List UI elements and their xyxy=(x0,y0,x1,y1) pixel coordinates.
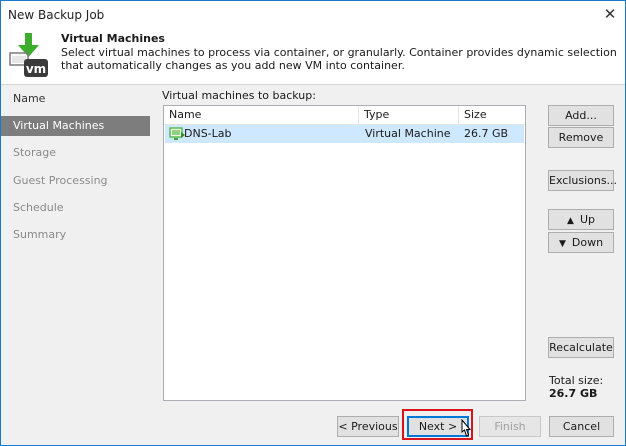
title-bar: New Backup Job ✕ xyxy=(1,1,625,29)
wizard-steps: Name Virtual Machines Storage Guest Proc… xyxy=(1,85,153,445)
step-schedule[interactable]: Schedule xyxy=(1,198,150,218)
table-row[interactable]: DNS-Lab Virtual Machine 26.7 GB xyxy=(165,125,524,143)
page-description: Select virtual machines to process via c… xyxy=(61,46,617,72)
virtual-machine-icon xyxy=(169,127,185,140)
mouse-pointer-icon xyxy=(461,419,472,437)
previous-button[interactable]: < Previous xyxy=(337,416,399,437)
cancel-button[interactable]: Cancel xyxy=(549,416,614,437)
column-header-name[interactable]: Name xyxy=(164,106,359,124)
window-title: New Backup Job xyxy=(8,8,105,22)
new-backup-job-window: New Backup Job ✕ vm Virtual Machines Sel… xyxy=(0,0,626,446)
up-button-label: Up xyxy=(579,213,595,226)
remove-button[interactable]: Remove xyxy=(548,127,614,148)
total-size-label: Total size: xyxy=(549,374,604,387)
up-button[interactable]: ▲ Up xyxy=(548,209,614,230)
step-virtual-machines[interactable]: Virtual Machines xyxy=(1,116,150,136)
step-summary[interactable]: Summary xyxy=(1,225,150,245)
recalculate-button[interactable]: Recalculate xyxy=(548,337,614,358)
step-storage[interactable]: Storage xyxy=(1,143,150,163)
finish-button[interactable]: Finish xyxy=(479,416,541,437)
table-header: Name Type Size xyxy=(164,106,525,125)
column-header-size[interactable]: Size xyxy=(459,106,525,124)
arrow-down-icon: ▼ xyxy=(558,239,566,249)
svg-text:vm: vm xyxy=(26,62,46,76)
wizard-header: vm Virtual Machines Select virtual machi… xyxy=(1,29,625,85)
step-name[interactable]: Name xyxy=(1,89,150,109)
total-size-value: 26.7 GB xyxy=(549,387,598,400)
step-guest-processing[interactable]: Guest Processing xyxy=(1,171,150,191)
column-header-type[interactable]: Type xyxy=(359,106,459,124)
exclusions-button[interactable]: Exclusions... xyxy=(548,170,617,191)
close-icon[interactable]: ✕ xyxy=(601,5,619,23)
page-title: Virtual Machines xyxy=(61,32,165,45)
vm-name-cell: DNS-Lab xyxy=(184,127,232,140)
vm-table[interactable]: Name Type Size DNS-Lab Virtual Machine 2… xyxy=(163,105,526,401)
vm-list-label: Virtual machines to backup: xyxy=(162,89,316,102)
arrow-up-icon: ▲ xyxy=(567,216,574,226)
add-button[interactable]: Add... xyxy=(548,105,614,126)
down-button[interactable]: ▼ Down xyxy=(548,232,614,253)
vm-download-icon: vm xyxy=(9,33,48,77)
vm-type-cell: Virtual Machine xyxy=(365,127,451,140)
vm-size-cell: 26.7 GB xyxy=(464,127,509,140)
down-button-label: Down xyxy=(571,236,604,249)
